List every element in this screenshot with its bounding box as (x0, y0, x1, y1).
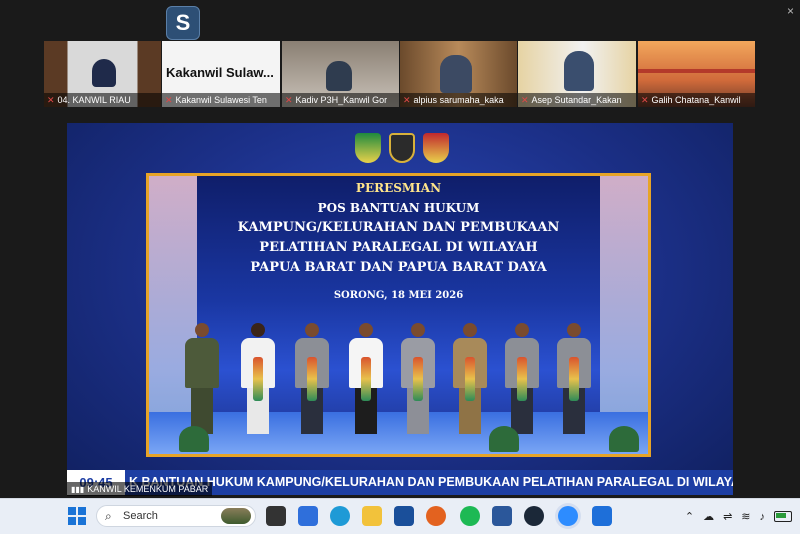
participant-tile[interactable]: ✕ Galih Chatana_Kanwil (638, 41, 755, 107)
volume-icon[interactable]: ♪ (760, 511, 766, 523)
ticker-text: K BANTUAN HUKUM KAMPUNG/KELURAHAN DAN PE… (129, 475, 733, 489)
system-tray: ⌃ ☁ ⇌ ≋ ♪ (685, 499, 792, 534)
officials-group (179, 294, 618, 434)
participant-nameplate: ✕ Kadiv P3H_Kanwil Gor (282, 93, 399, 107)
windows-start-icon[interactable] (67, 506, 87, 526)
emblem-row (347, 133, 457, 165)
word-icon[interactable] (492, 506, 512, 526)
participant-tile[interactable]: Kakanwil Sulaw... ✕ Kakanwil Sulawesi Ten (162, 41, 280, 107)
edge-browser-icon[interactable] (330, 506, 350, 526)
event-title: PERESMIAN POS BANTUAN HUKUM KAMPUNG/KELU… (197, 178, 600, 278)
person-figure (349, 323, 383, 434)
participant-nameplate: ✕ 04. KANWIL RIAU (44, 93, 161, 107)
mic-muted-icon: ✕ (641, 95, 649, 105)
mic-muted-icon: ✕ (285, 95, 293, 105)
banner-line: PAPUA BARAT DAN PAPUA BARAT DAYA (250, 260, 547, 275)
regional-emblem-icon (355, 133, 381, 163)
participant-tile[interactable]: ✕ alpius sarumaha_kaka (400, 41, 517, 107)
chevron-up-icon[interactable]: ⌃ (685, 510, 694, 523)
mic-muted-icon: ✕ (403, 95, 411, 105)
participant-tile[interactable]: ✕ 04. KANWIL RIAU (44, 41, 161, 107)
participant-nameplate: ✕ Asep Sutandar_Kakan (518, 93, 636, 107)
banner-line: PELATIHAN PARALEGAL DI WILAYAH (259, 240, 538, 255)
banner-line: KAMPUNG/KELURAHAN DAN PEMBUKAAN (237, 220, 560, 235)
active-speaker-label: ▮▮▮ KANWIL KEMENKUM PABAR (67, 482, 213, 496)
main-video-stage[interactable]: PERESMIAN POS BANTUAN HUKUM KAMPUNG/KELU… (67, 123, 733, 495)
person-figure (295, 323, 329, 434)
participant-strip: ✕ 04. KANWIL RIAU Kakanwil Sulaw... ✕ Kaka… (0, 41, 800, 107)
wifi-icon[interactable]: ≋ (741, 510, 750, 523)
person-figure (401, 323, 435, 434)
store-icon[interactable] (394, 506, 414, 526)
spotify-icon[interactable] (460, 506, 480, 526)
task-view-icon[interactable] (266, 506, 286, 526)
search-highlight-icon (221, 508, 251, 524)
person-figure (241, 323, 275, 434)
person-figure (185, 323, 219, 434)
file-explorer-icon[interactable] (362, 506, 382, 526)
regional-emblem-icon (423, 133, 449, 163)
participant-nameplate: ✕ alpius sarumaha_kaka (400, 93, 517, 107)
mic-muted-icon: ✕ (521, 95, 529, 105)
search-icon: ⌕ (105, 509, 112, 523)
app-logo-icon[interactable]: S (166, 6, 200, 40)
signal-bars-icon: ▮▮▮ (71, 485, 85, 494)
stage-plants (149, 424, 648, 454)
person-figure (453, 323, 487, 434)
banner-line: PERESMIAN (355, 181, 442, 195)
mic-muted-icon: ✕ (165, 95, 173, 105)
participant-nameplate: ✕ Galih Chatana_Kanwil (638, 93, 755, 107)
participant-tile[interactable]: ✕ Asep Sutandar_Kakan (518, 41, 636, 107)
person-figure (505, 323, 539, 434)
firefox-icon[interactable] (426, 506, 446, 526)
network-icon[interactable]: ⇌ (723, 510, 732, 523)
taskbar-search-input[interactable]: ⌕ Search (96, 505, 256, 527)
windows-taskbar: ⌕ Search ⌃ ☁ ⇌ ≋ ♪ (0, 498, 800, 534)
app-icon[interactable] (298, 506, 318, 526)
steam-icon[interactable] (524, 506, 544, 526)
person-figure (557, 323, 591, 434)
mic-muted-icon: ✕ (47, 95, 55, 105)
participant-nameplate: ✕ Kakanwil Sulawesi Ten (162, 93, 280, 107)
zoom-icon[interactable] (558, 506, 578, 526)
participant-tile[interactable]: ✕ Kadiv P3H_Kanwil Gor (282, 41, 399, 107)
cloud-icon[interactable]: ☁ (703, 510, 714, 523)
battery-icon[interactable] (774, 511, 792, 522)
event-backdrop: PERESMIAN POS BANTUAN HUKUM KAMPUNG/KELU… (146, 173, 651, 457)
ministry-emblem-icon (389, 133, 415, 163)
participant-display-name: Kakanwil Sulaw... (166, 65, 274, 80)
banner-line: POS BANTUAN HUKUM (317, 201, 480, 215)
close-icon[interactable]: × (787, 4, 794, 18)
app-icon[interactable] (592, 506, 612, 526)
